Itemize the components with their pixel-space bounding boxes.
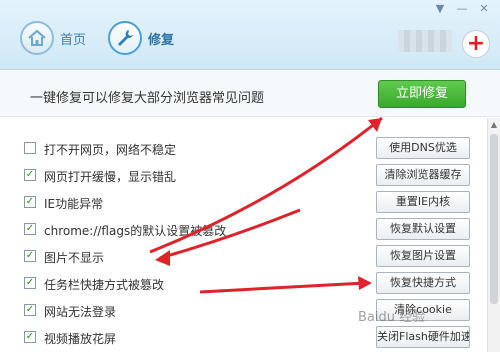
item-label: 网站无法登录 [44, 305, 117, 319]
item-fix-button[interactable]: 恢复图片设置 [376, 245, 470, 267]
home-icon [20, 21, 54, 55]
scroll-up-arrow-icon[interactable]: ▲ [488, 118, 500, 132]
list-item: ✓ chrome://flags的默认设置被篡改 恢复默认设置 [0, 215, 486, 243]
item-label: 图片不显示 [44, 251, 105, 265]
close-button[interactable]: ✕ [474, 2, 494, 16]
item-checkbox[interactable]: ✓ [24, 277, 36, 289]
tab-repair[interactable]: 修复 [108, 20, 174, 56]
scrollbar[interactable]: ▲ [487, 118, 500, 352]
item-label: 任务栏快捷方式被篡改 [44, 278, 165, 292]
list-item: 打不开网页，网络不稳定 使用DNS优选 [0, 134, 486, 162]
item-label: IE功能异常 [44, 197, 104, 211]
item-checkbox[interactable]: ✓ [24, 331, 36, 343]
app-header: 首页 修复 ▼ — ✕ + [0, 0, 500, 70]
list-item: ✓ 任务栏快捷方式被篡改 恢复快捷方式 [0, 269, 486, 297]
item-checkbox[interactable]: ✓ [24, 304, 36, 316]
list-item: ✓ IE功能异常 重置IE内核 [0, 188, 486, 216]
scroll-thumb[interactable] [490, 134, 498, 304]
user-avatar[interactable] [398, 30, 452, 52]
item-checkbox[interactable] [24, 142, 36, 154]
tab-home[interactable]: 首页 [20, 20, 86, 56]
list-item: ✓ 视频播放花屏 关闭Flash硬件加速 [0, 323, 486, 351]
tab-home-label: 首页 [60, 32, 87, 48]
item-fix-button[interactable]: 重置IE内核 [376, 191, 470, 213]
list-item: ✓ 网页打开缓慢，显示错乱 清除浏览器缓存 [0, 161, 486, 189]
menu-dropdown-button[interactable]: ▼ [430, 2, 450, 16]
item-checkbox[interactable]: ✓ [24, 169, 36, 181]
list-item: ✓ 图片不显示 恢复图片设置 [0, 242, 486, 270]
plus-icon-glyph: + [466, 31, 486, 56]
wrench-icon [108, 21, 142, 55]
item-label: chrome://flags的默认设置被篡改 [44, 224, 227, 238]
item-fix-button[interactable]: 恢复快捷方式 [376, 272, 470, 294]
item-label: 网页打开缓慢，显示错乱 [44, 170, 177, 184]
plus-icon[interactable]: + [462, 30, 490, 58]
item-fix-button[interactable]: 使用DNS优选 [376, 137, 470, 159]
item-checkbox[interactable]: ✓ [24, 250, 36, 262]
minimize-button[interactable]: — [452, 2, 472, 16]
item-fix-button[interactable]: 恢复默认设置 [376, 218, 470, 240]
tab-repair-label: 修复 [148, 32, 175, 48]
item-fix-button[interactable]: 关闭Flash硬件加速 [376, 326, 470, 348]
window-controls: ▼ — ✕ [430, 2, 494, 16]
watermark: Baidu 经验 [358, 310, 426, 325]
banner-description: 一键修复可以修复大部分浏览器常见问题 [30, 91, 265, 106]
item-label: 视频播放花屏 [44, 332, 117, 346]
item-fix-button[interactable]: 清除浏览器缓存 [376, 164, 470, 186]
item-checkbox[interactable]: ✓ [24, 196, 36, 208]
repair-now-button[interactable]: 立即修复 [378, 80, 466, 108]
item-label: 打不开网页，网络不稳定 [44, 143, 177, 157]
repair-banner: 一键修复可以修复大部分浏览器常见问题 立即修复 [0, 71, 500, 117]
item-checkbox[interactable]: ✓ [24, 223, 36, 235]
